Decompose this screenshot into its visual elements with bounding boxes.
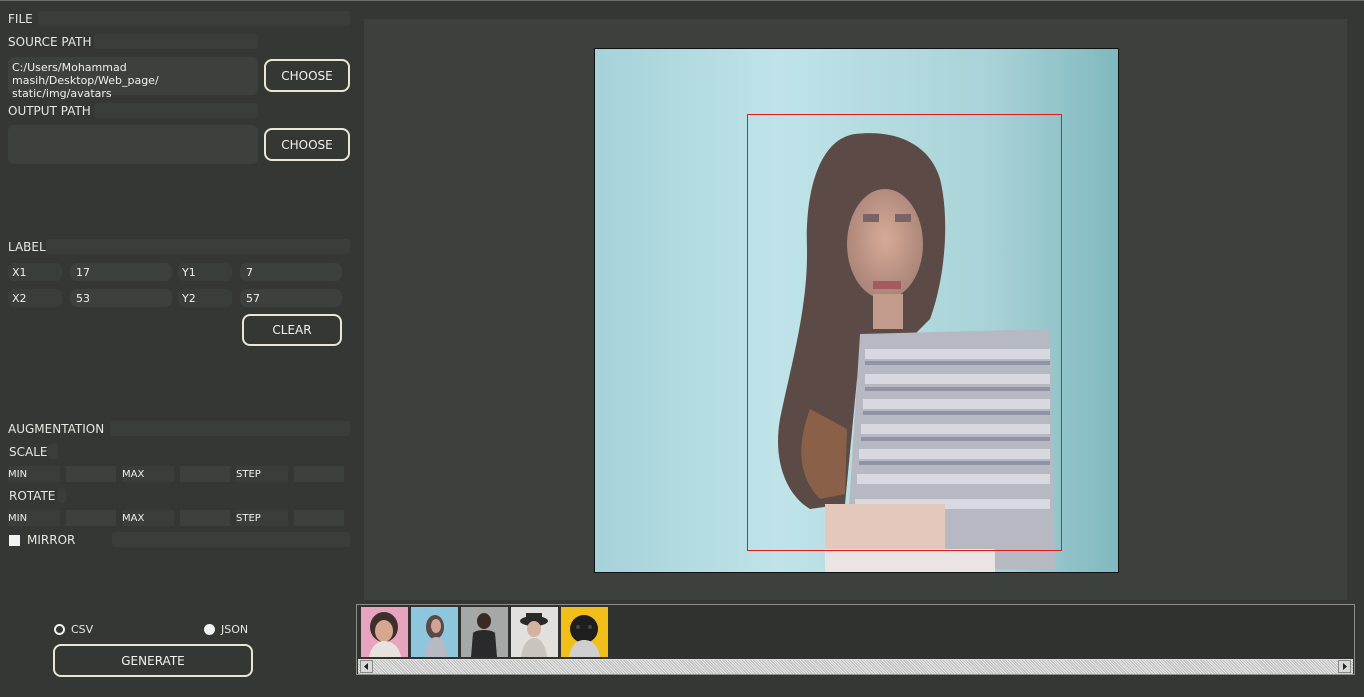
bounding-box[interactable]: [747, 114, 1062, 551]
rotate-min-input[interactable]: [66, 510, 116, 526]
x1-label: X1: [8, 263, 62, 281]
clear-button[interactable]: CLEAR: [242, 314, 342, 346]
label-title-strip: [46, 239, 350, 254]
window-top-border: [0, 0, 1364, 1]
scale-min-label: MIN: [8, 466, 60, 482]
rotate-label-strip: [58, 488, 66, 503]
rotate-max-input[interactable]: [180, 510, 230, 526]
file-title-strip: [38, 11, 350, 26]
scale-min-input[interactable]: [66, 466, 116, 482]
source-path-field[interactable]: C:/Users/Mohammad masih/Desktop/Web_page…: [8, 57, 258, 100]
json-radio[interactable]: [204, 624, 215, 635]
augmentation-title-strip: [110, 421, 350, 436]
source-path-label: SOURCE PATH: [8, 35, 92, 49]
y1-label: Y1: [178, 263, 232, 281]
thumbnail-avatar-1[interactable]: [361, 607, 408, 657]
rotate-step-label: STEP: [236, 510, 288, 526]
thumbnail-avatar-3[interactable]: [461, 607, 508, 657]
csv-label: CSV: [71, 623, 94, 636]
mirror-label: MIRROR: [27, 533, 76, 547]
file-section-title: FILE: [8, 12, 33, 26]
thumbnail-avatar-4[interactable]: [511, 607, 558, 657]
scale-label-strip: [48, 444, 58, 459]
label-section-title: LABEL: [8, 240, 46, 254]
thumbnail-avatar-5[interactable]: [561, 607, 608, 657]
scroll-right-arrow-icon[interactable]: [1338, 660, 1351, 673]
y2-label: Y2: [178, 289, 232, 307]
rotate-max-label: MAX: [122, 510, 174, 526]
x1-input[interactable]: 17: [70, 263, 172, 281]
y2-input[interactable]: 57: [240, 289, 342, 307]
mirror-checkbox[interactable]: [9, 535, 20, 546]
source-choose-button[interactable]: CHOOSE: [264, 59, 350, 92]
y1-input[interactable]: 7: [240, 263, 342, 281]
mirror-strip: [112, 532, 350, 547]
scroll-left-arrow-icon[interactable]: [360, 660, 373, 673]
json-label: JSON: [221, 623, 249, 636]
x2-label: X2: [8, 289, 62, 307]
output-path-label: OUTPUT PATH: [8, 104, 91, 118]
rotate-min-label: MIN: [8, 510, 60, 526]
rotate-step-input[interactable]: [294, 510, 344, 526]
source-path-label-strip: [94, 34, 258, 49]
rotate-label: ROTATE: [9, 489, 56, 503]
image-preview[interactable]: [594, 48, 1119, 573]
output-choose-button[interactable]: CHOOSE: [264, 128, 350, 161]
scale-step-input[interactable]: [294, 466, 344, 482]
scale-label: SCALE: [9, 445, 48, 459]
scale-step-label: STEP: [236, 466, 288, 482]
generate-button[interactable]: GENERATE: [53, 644, 253, 677]
output-path-field[interactable]: [8, 125, 258, 164]
scale-max-input[interactable]: [180, 466, 230, 482]
x2-input[interactable]: 53: [70, 289, 172, 307]
output-path-label-strip: [94, 103, 258, 118]
csv-radio[interactable]: [54, 624, 65, 635]
thumbnail-avatar-2[interactable]: [411, 607, 458, 657]
scale-max-label: MAX: [122, 466, 174, 482]
thumbnail-scrollbar[interactable]: [358, 659, 1353, 674]
augmentation-section-title: AUGMENTATION: [8, 422, 105, 436]
